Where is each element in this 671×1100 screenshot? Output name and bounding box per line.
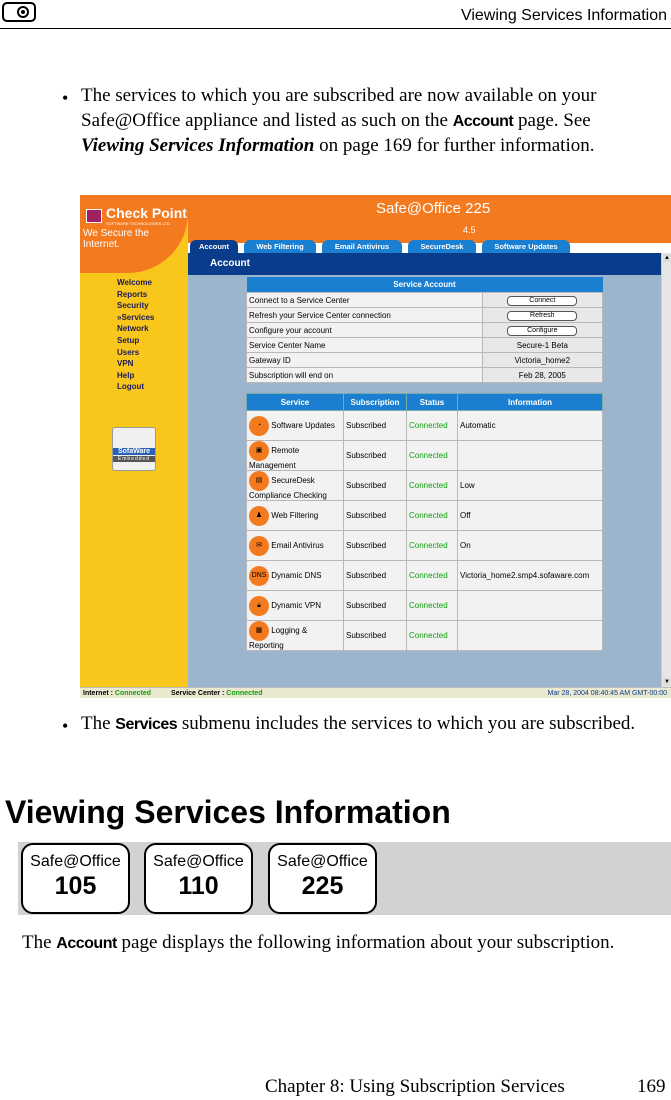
checkpoint-logo-icon [86,209,102,223]
table-row: ✉ Email Antivirus Subscribed Connected On [246,530,603,561]
refresh-button[interactable]: Refresh [507,310,578,321]
remote-icon: ▣ [249,441,269,461]
email-icon: ✉ [249,535,269,556]
checkpoint-tagline: We Secure the Internet. [83,228,149,250]
scrollbar[interactable]: ▲ ▼ [661,253,671,687]
running-header-title: Viewing Services Information [460,7,667,24]
table-row: 🔒︎ Dynamic VPN Subscribed Connected [246,590,603,621]
table-row: ▦ Logging & Reporting Subscribed Connected [246,620,603,651]
product-title: Safe@Office 225 [376,200,491,217]
table-row: Gateway ID Victoria_home2 [246,352,604,368]
tab-email-antivirus[interactable]: Email Antivirus [322,240,402,253]
report-icon: ▦ [249,621,269,641]
services-term: Services [115,716,178,733]
table-row: ♟ Web Filtering Subscribed Connected Off [246,500,603,531]
tab-account[interactable]: Account [190,240,238,253]
bullet-paragraph-2: The Services submenu includes the servic… [81,713,636,734]
col-service: Service [246,393,344,411]
header-rule [0,28,671,29]
menu-item-logout[interactable]: Logout [117,381,154,393]
body-paragraph: The Account page displays the following … [22,932,615,953]
model-badge-105: Safe@Office 105 [21,843,130,914]
model-badge-110: Safe@Office 110 [144,843,253,914]
portal-screenshot: Check Point SOFTWARE TECHNOLOGIES LTD. W… [80,195,671,698]
bullet1-text-b: page. See [513,109,591,131]
scroll-down-icon[interactable]: ▼ [663,678,671,686]
bullet-paragraph-1: The services to which you are subscribed… [81,84,641,159]
col-status: Status [406,393,458,411]
firmware-version: 4.5 [463,225,476,235]
page-title-bar: Account [188,253,661,275]
services-table: Service Subscription Status Information … [246,393,603,651]
table-row: Connect to a Service Center Connect [246,292,604,308]
col-information: Information [457,393,603,411]
portal-sidebar: Check Point SOFTWARE TECHNOLOGIES LTD. W… [80,195,188,698]
model-badge-225: Safe@Office 225 [268,843,377,914]
bullet1-text-c: on page 169 for further information. [314,135,595,156]
family-icon: ♟ [249,505,269,526]
bullet-marker: • [62,88,69,108]
service-account-header: Service Account [246,277,603,293]
checkpoint-logo-subtitle: SOFTWARE TECHNOLOGIES LTD. [106,221,171,226]
table-row: ▤ SecureDesk Compliance Checking Subscrib… [246,470,603,501]
account-term: Account [452,112,514,130]
col-subscription: Subscription [343,393,407,411]
service-account-table: Service Account Connect to a Service Cen… [246,277,604,383]
internet-status: Connected [114,690,152,697]
cross-reference-link[interactable]: Viewing Services Information [81,135,314,156]
tab-web-filtering[interactable]: Web Filtering [244,240,316,253]
table-row: DNS Dynamic DNS Subscribed Connected Victor… [246,560,603,591]
table-row: Configure your account Configure [246,322,604,338]
portal-statusbar: Internet : Connected Service Center : Co… [80,687,671,698]
scroll-up-icon[interactable]: ▲ [663,254,671,262]
section-heading: Viewing Services Information [5,794,451,830]
menu-item-reports[interactable]: Reports [117,289,154,301]
menu-item-network[interactable]: Network [117,323,154,335]
page-number: 169 [637,1076,666,1097]
dns-icon: DNS [249,565,269,586]
page-title: Account [210,258,250,269]
menu-item-welcome[interactable]: Welcome [117,277,154,289]
lock-doc-icon: ▤ [249,471,269,491]
checkpoint-logo-text: Check Point [106,205,187,221]
service-center-status: Connected [226,690,263,697]
sofaware-logo: SofaWare Embedded [112,427,156,471]
table-row: Service Center Name Secure-1 Beta [246,337,604,353]
table-row: ◔ Software Updates Subscribed Connected Aut… [246,410,603,441]
clock-icon: ◔ [249,415,269,436]
tab-software-updates[interactable]: Software Updates [482,240,570,253]
menu-item-services[interactable]: »Services [117,312,154,324]
portal-tabs: Account Web Filtering Email Antivirus Se… [188,240,671,253]
connect-button[interactable]: Connect [507,295,578,306]
menu-item-setup[interactable]: Setup [117,335,154,347]
tab-securedesk[interactable]: SecureDesk [408,240,476,253]
bullet-marker: • [62,716,69,736]
portal-topbar: Safe@Office 225 4.5 [188,195,671,243]
padlock-icon: 🔒︎ [249,595,269,616]
table-row: ▣ Remote Management Subscribed Connected [246,440,603,471]
table-row: Refresh your Service Center connection Re… [246,307,604,323]
footer-chapter: Chapter 8: Using Subscription Services [265,1076,565,1097]
manual-logo-icon [2,2,36,22]
configure-button[interactable]: Configure [507,325,578,336]
table-row: Subscription will end on Feb 28, 2005 [246,367,604,383]
menu-item-security[interactable]: Security [117,300,154,312]
portal-menu: Welcome Reports Security »Services Netwo… [117,277,154,393]
menu-item-help[interactable]: Help [117,370,154,382]
status-datetime: Mar 28, 2004 08:40:45 AM GMT-00:00 [547,690,667,697]
menu-item-vpn[interactable]: VPN [117,358,154,370]
menu-item-users[interactable]: Users [117,347,154,359]
account-term: Account [56,935,117,952]
